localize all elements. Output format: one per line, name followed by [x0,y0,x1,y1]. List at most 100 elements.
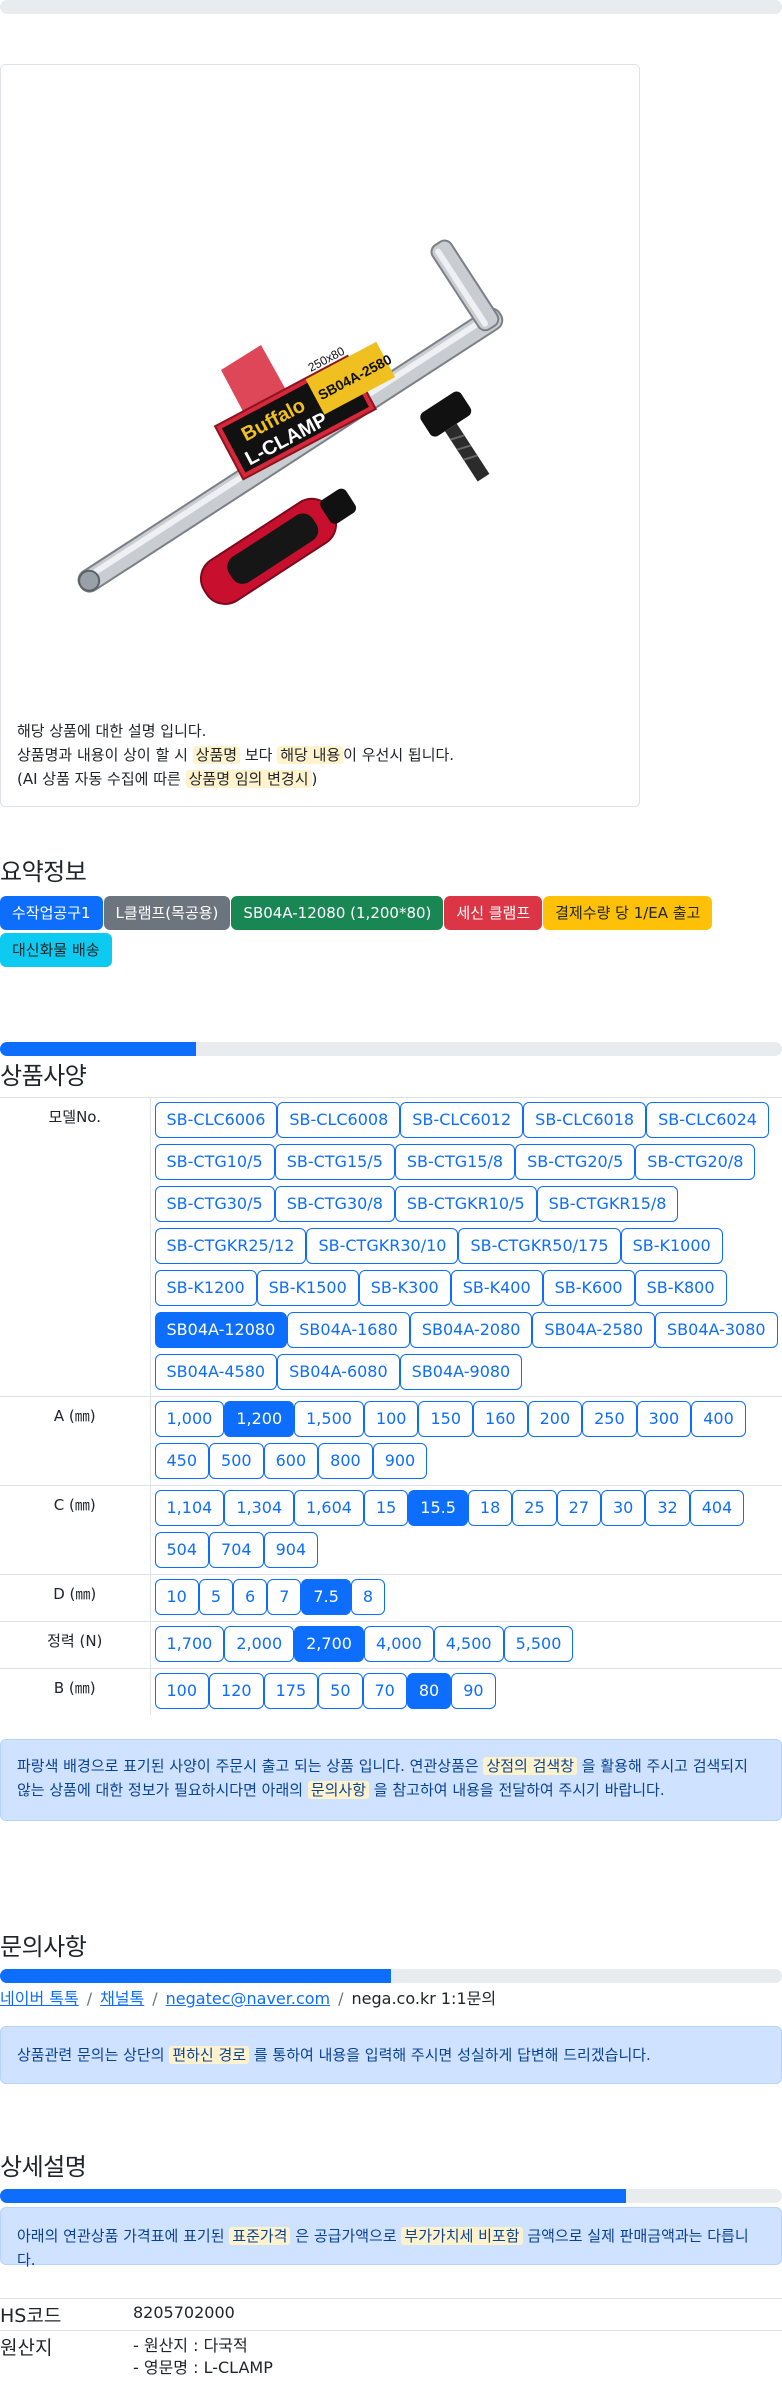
description-text: 상품명과 내용이 상이 할 시 [17,746,193,764]
spec-option[interactable]: SB-CTG20/5 [515,1144,636,1180]
spec-option[interactable]: SB04A-2080 [409,1312,533,1348]
description-text: ) [311,770,318,788]
spec-option[interactable]: 1,104 [154,1490,225,1526]
spec-option[interactable]: 1,500 [294,1401,364,1437]
spec-option[interactable]: 100 [363,1401,419,1437]
spec-option[interactable]: SB-K1500 [256,1270,359,1306]
notice-text: 상품관련 문의는 상단의 [17,2046,170,2064]
spec-option[interactable]: 4,500 [433,1626,504,1662]
spec-option-selected[interactable]: 15.5 [408,1490,468,1526]
spec-option[interactable]: 250 [582,1401,637,1437]
spec-option-selected[interactable]: SB04A-12080 [154,1312,288,1348]
spec-row: B (㎜) 100 120 175 50 70 80 90 [0,1668,782,1715]
spec-option[interactable]: 7 [267,1579,302,1615]
spec-option[interactable]: SB-CTG30/5 [154,1186,275,1222]
spec-option[interactable]: SB-CTG15/5 [274,1144,395,1180]
spec-option[interactable]: SB-K800 [634,1270,727,1306]
separator: / [338,1989,344,2008]
spec-option[interactable]: 15 [363,1490,409,1526]
l-clamp-photo: Buffalo L-CLAMP SB04A-2580 250x80 [77,239,504,605]
spec-option[interactable]: 300 [636,1401,692,1437]
spec-option[interactable]: SB04A-4580 [154,1354,278,1390]
spec-option[interactable]: 1,000 [154,1401,225,1437]
spec-option[interactable]: SB-CLC6008 [277,1102,401,1138]
spec-option[interactable]: 1,700 [154,1626,225,1662]
description-line-2: 상품명과 내용이 상이 할 시 상품명 보다 해당 내용 이 우선시 됩니다. [17,743,454,767]
spec-option[interactable]: 8 [350,1579,386,1615]
spec-option[interactable]: 25 [512,1490,557,1526]
spec-option[interactable]: 32 [645,1490,690,1526]
inquiry-progress-bar [0,1969,782,1983]
spec-option-selected[interactable]: 2,700 [294,1626,364,1662]
product-description: 해당 상품에 대한 설명 입니다. 상품명과 내용이 상이 할 시 상품명 보다… [17,719,454,791]
inquiry-title: 문의사항 [0,1933,87,1961]
spec-option[interactable]: SB-CLC6024 [646,1102,769,1138]
spec-option[interactable]: 175 [263,1673,319,1709]
spec-option[interactable]: SB-K600 [542,1270,635,1306]
spec-option[interactable]: SB-K1200 [154,1270,257,1306]
spec-option[interactable]: 6 [233,1579,268,1615]
spec-option[interactable]: 900 [372,1443,428,1479]
spec-option[interactable]: 800 [318,1443,373,1479]
spec-option[interactable]: 450 [154,1443,210,1479]
spec-option[interactable]: 10 [154,1579,199,1615]
spec-title: 상품사양 [0,1062,87,1090]
spec-option[interactable]: 120 [209,1673,264,1709]
origin-line-1: - 원산지 : 다국적 [133,2336,248,2355]
spec-option[interactable]: SB-CLC6018 [523,1102,647,1138]
spec-option[interactable]: SB-CTGKR50/175 [458,1228,621,1264]
spec-option[interactable]: SB-CTG10/5 [154,1144,275,1180]
spec-option[interactable]: SB-CTGKR25/12 [154,1228,307,1264]
channel-talk-link[interactable]: 채널톡 [100,1989,144,2008]
spec-option[interactable]: 70 [362,1673,407,1709]
spec-option[interactable]: 27 [556,1490,601,1526]
spec-option[interactable]: 1,304 [224,1490,295,1526]
spec-option[interactable]: SB-CTGKR30/10 [306,1228,459,1264]
email-link[interactable]: negatec@naver.com [166,1989,330,2008]
spec-option[interactable]: 100 [154,1673,210,1709]
spec-option[interactable]: SB-CTG15/8 [394,1144,516,1180]
spec-option[interactable]: 160 [473,1401,528,1437]
spec-option[interactable]: 5,500 [503,1626,574,1662]
naver-talk-link[interactable]: 네이버 톡톡 [0,1989,79,2008]
origin-value: - 원산지 : 다국적 - 영문명 : L-CLAMP [133,2330,782,2381]
spec-option[interactable]: 4,000 [363,1626,434,1662]
spec-notice: 파랑색 배경으로 표기된 사양이 주문시 출고 되는 상품 입니다. 연관상품은… [0,1739,782,1821]
spec-option[interactable]: SB-CTG20/8 [635,1144,756,1180]
spec-option[interactable]: SB-CTGKR10/5 [394,1186,537,1222]
spec-option[interactable]: 600 [263,1443,319,1479]
spec-option[interactable]: SB04A-2580 [532,1312,655,1348]
spec-option-selected[interactable]: 7.5 [301,1579,351,1615]
spec-option[interactable]: 18 [467,1490,513,1526]
spec-option[interactable]: SB-CTGKR15/8 [536,1186,679,1222]
spec-option[interactable]: SB-K400 [450,1270,543,1306]
spec-option[interactable]: 500 [209,1443,264,1479]
spec-option[interactable]: SB-CLC6012 [400,1102,524,1138]
spec-option[interactable]: 2,000 [224,1626,295,1662]
description-text: 이 우선시 됩니다. [343,746,455,764]
spec-option[interactable]: SB04A-1680 [287,1312,410,1348]
spec-option[interactable]: SB04A-3080 [655,1312,778,1348]
spec-option[interactable]: SB-CLC6006 [154,1102,278,1138]
spec-option[interactable]: 50 [318,1673,363,1709]
spec-option[interactable]: SB04A-6080 [277,1354,400,1390]
spec-option[interactable]: 200 [527,1401,583,1437]
spec-option[interactable]: 1,604 [294,1490,364,1526]
spec-option-selected[interactable]: 1,200 [224,1401,295,1437]
summary-badge: 수작업공구1 [0,896,103,930]
spec-option[interactable]: SB-K300 [358,1270,451,1306]
site-inquiry-text: nega.co.kr 1:1문의 [351,1989,497,2008]
spec-option[interactable]: SB-CTG30/8 [274,1186,395,1222]
spec-option[interactable]: 30 [601,1490,646,1526]
spec-option[interactable]: SB04A-9080 [399,1354,523,1390]
spec-option[interactable]: 904 [263,1532,319,1568]
spec-option[interactable]: 704 [209,1532,264,1568]
spec-option[interactable]: 400 [691,1401,746,1437]
spec-option[interactable]: 5 [198,1579,234,1615]
spec-option[interactable]: 150 [418,1401,474,1437]
spec-option-selected[interactable]: 80 [406,1673,452,1709]
spec-option[interactable]: 90 [451,1673,496,1709]
spec-option[interactable]: SB-K1000 [620,1228,723,1264]
spec-option[interactable]: 404 [689,1490,745,1526]
spec-option[interactable]: 504 [154,1532,210,1568]
